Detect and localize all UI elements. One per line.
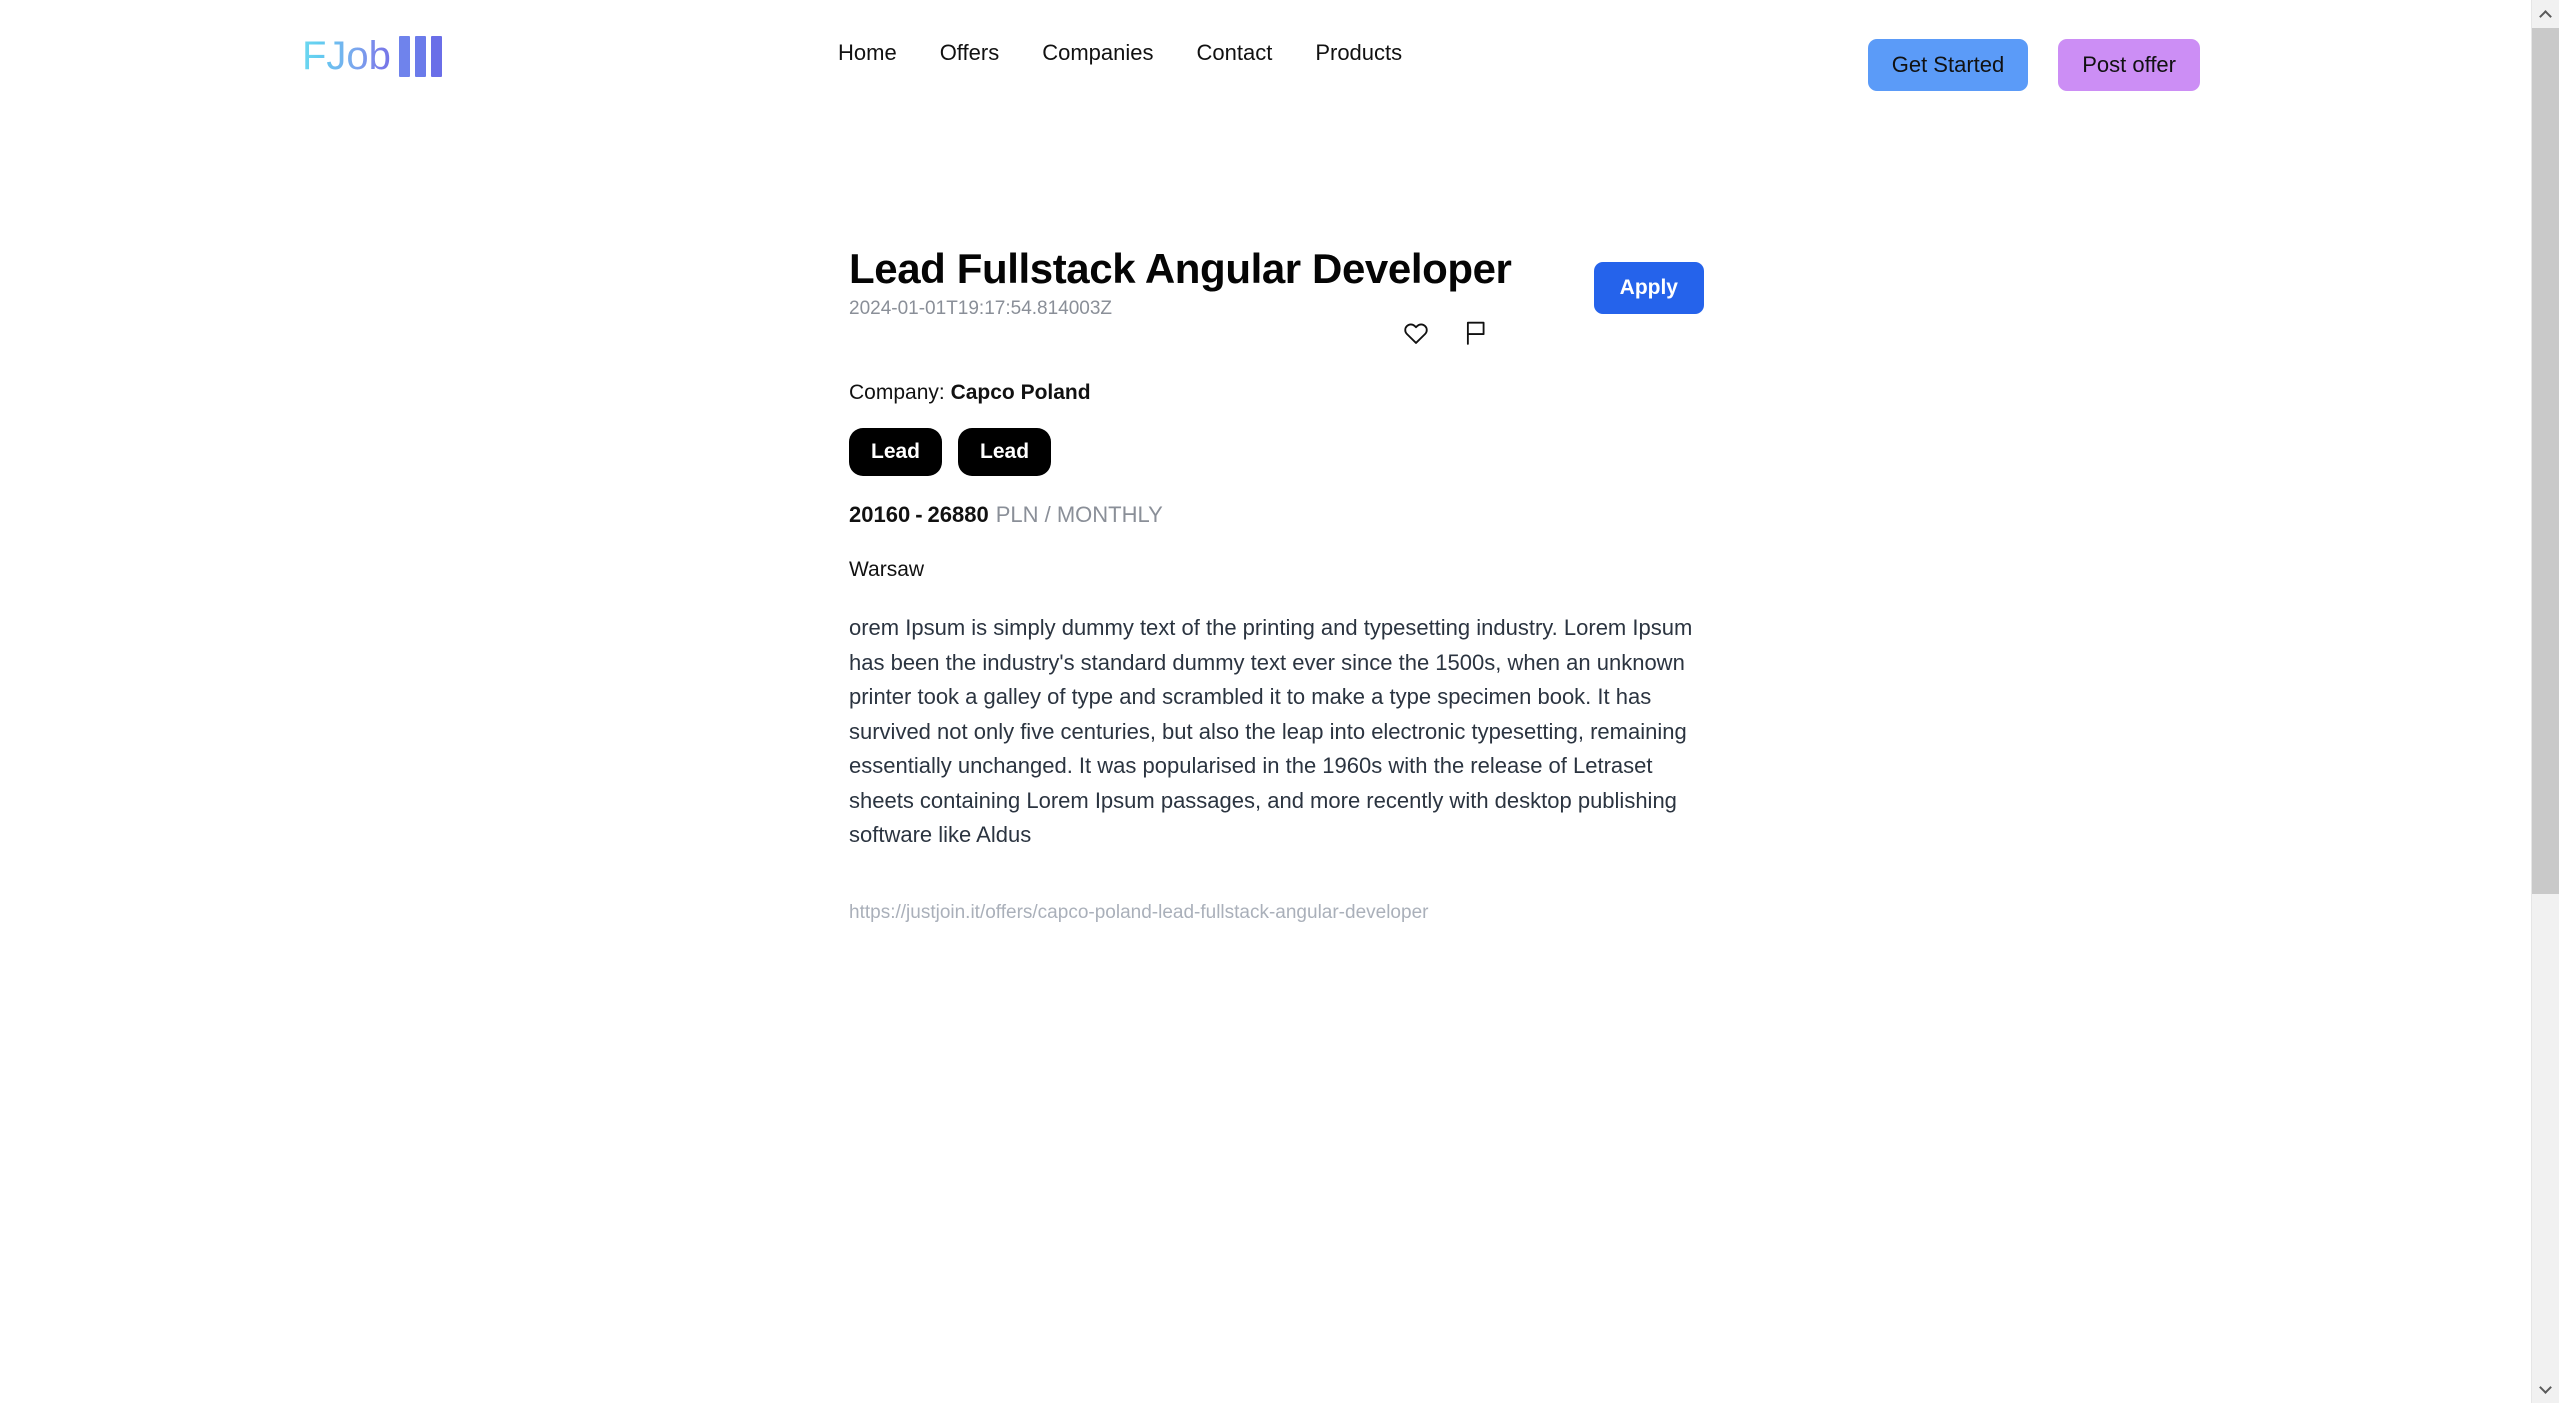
salary-separator: - <box>915 502 923 528</box>
favorite-button[interactable] <box>1401 318 1431 348</box>
heart-icon <box>1403 321 1429 345</box>
brand-logo[interactable]: FJob <box>302 32 442 80</box>
job-timestamp: 2024-01-01T19:17:54.814003Z <box>849 298 1113 320</box>
job-description: orem Ipsum is simply dummy text of the p… <box>849 615 1693 848</box>
get-started-button[interactable]: Get Started <box>1867 39 2029 91</box>
header-actions: Get Started Post offer <box>1867 39 2200 91</box>
nav-item-companies[interactable]: Companies <box>1042 42 1153 64</box>
company-name: Capco Poland <box>950 381 1091 404</box>
salary-max: 26880 <box>927 502 989 528</box>
job-tags: Lead Lead <box>849 428 1704 477</box>
vertical-scrollbar[interactable] <box>2531 0 2559 1403</box>
salary-row: 20160-26880 PLN / MONTHLY <box>849 501 1704 530</box>
nav-item-offers[interactable]: Offers <box>940 42 1000 64</box>
main-navigation: Home Offers Companies Contact Products <box>838 42 1402 64</box>
report-button[interactable] <box>1461 318 1491 348</box>
job-title: Lead Fullstack Angular Developer <box>849 245 1512 292</box>
scrollbar-thumb[interactable] <box>2532 28 2559 894</box>
nav-item-contact[interactable]: Contact <box>1196 42 1272 64</box>
scroll-up-button[interactable] <box>2532 0 2559 28</box>
job-actions: Apply <box>1593 262 1704 314</box>
page-viewport: FJob Home Offers Companies Contact Produ… <box>0 0 2531 1403</box>
job-detail-panel: Lead Fullstack Angular Developer 2024-01… <box>849 245 1704 924</box>
company-line: Company: Capco Poland <box>849 379 1704 406</box>
brand-logo-text: FJob <box>302 36 397 76</box>
nav-item-home[interactable]: Home <box>838 42 897 64</box>
chevron-up-icon <box>2539 9 2552 23</box>
company-label: Company: <box>849 381 945 404</box>
job-location: Warsaw <box>849 557 925 581</box>
site-header: FJob Home Offers Companies Contact Produ… <box>0 0 2531 108</box>
job-tag-seniority: Lead <box>849 428 943 477</box>
apply-button[interactable]: Apply <box>1593 262 1704 314</box>
brand-logo-bars-icon <box>398 35 442 77</box>
nav-item-products[interactable]: Products <box>1315 42 1402 64</box>
job-icon-actions <box>1401 318 1491 348</box>
flag-icon <box>1464 320 1488 346</box>
job-header: Lead Fullstack Angular Developer 2024-01… <box>849 245 1704 363</box>
salary-min: 20160 <box>849 502 911 528</box>
job-tag-level: Lead <box>958 428 1052 477</box>
chevron-down-icon <box>2539 1380 2552 1394</box>
post-offer-button[interactable]: Post offer <box>2058 39 2200 91</box>
salary-unit: PLN / MONTHLY <box>995 502 1163 528</box>
scroll-down-button[interactable] <box>2532 1375 2559 1403</box>
source-url-link[interactable]: https://justjoin.it/offers/capco-poland-… <box>849 902 1428 924</box>
